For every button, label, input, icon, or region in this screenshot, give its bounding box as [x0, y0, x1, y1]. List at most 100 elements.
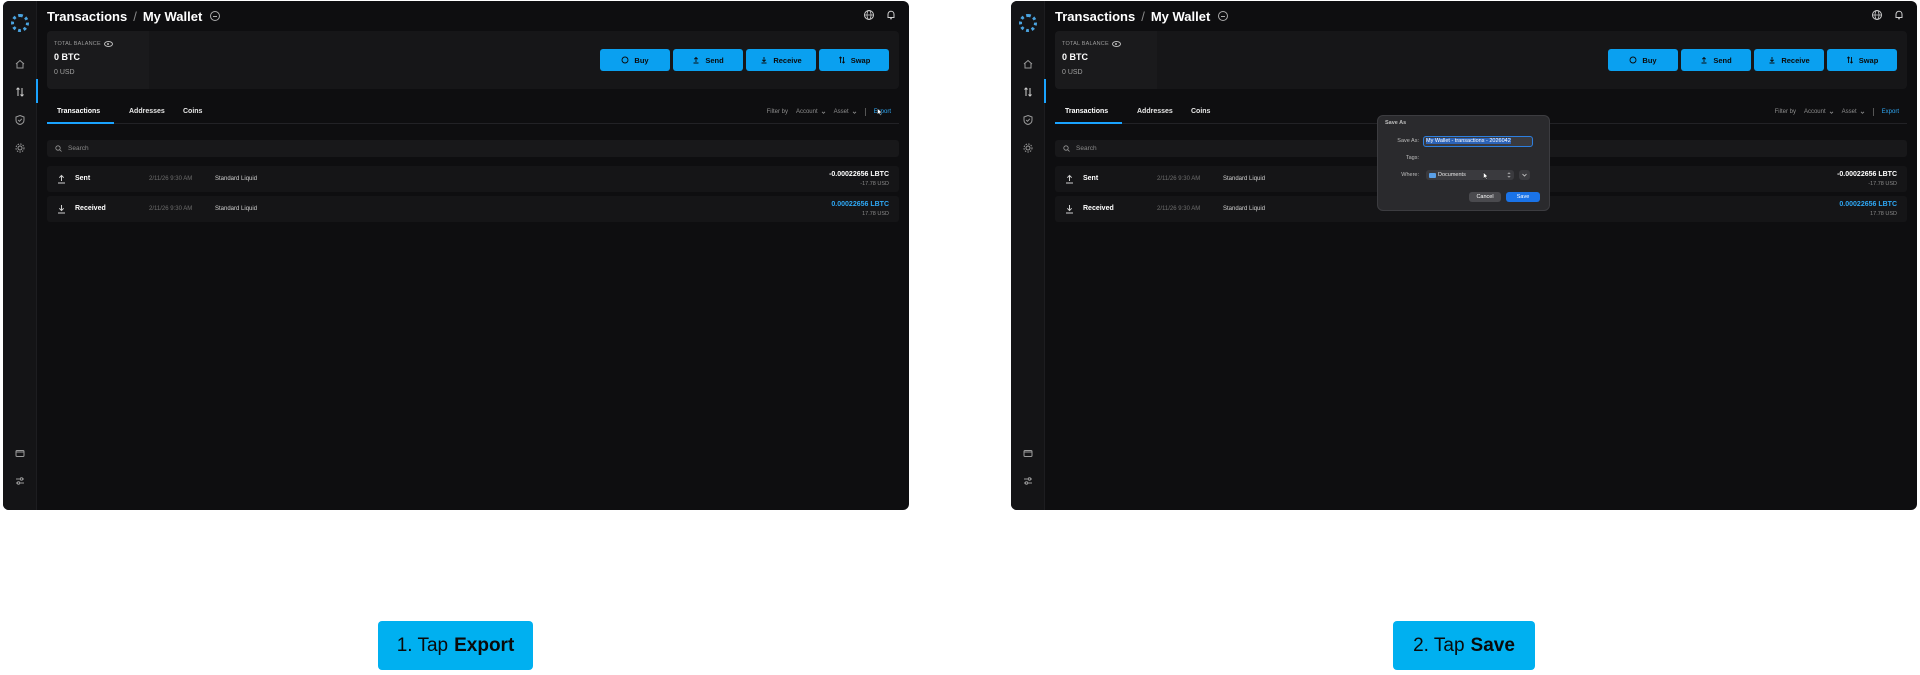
- folder-icon: [1429, 172, 1436, 178]
- wallet-icon[interactable]: [1022, 447, 1034, 459]
- settings-icon[interactable]: [1022, 142, 1034, 154]
- tx-usd: -17.78 USD: [860, 181, 889, 187]
- export-link[interactable]: Export: [1882, 109, 1899, 115]
- tab-transactions[interactable]: Transactions: [1065, 108, 1108, 115]
- tx-date: 2/11/26 9:30 AM: [149, 205, 193, 212]
- tab-addresses[interactable]: Addresses: [1137, 108, 1173, 115]
- balance-btc: 0 BTC: [1062, 52, 1089, 62]
- globe-icon[interactable]: [1871, 9, 1883, 21]
- receive-button[interactable]: Receive: [746, 49, 816, 71]
- tx-date: 2/11/26 9:30 AM: [149, 175, 193, 182]
- where-select[interactable]: Documents: [1426, 170, 1514, 180]
- breadcrumb-wallet: My Wallet: [142, 8, 203, 24]
- buy-button[interactable]: Buy: [1608, 49, 1678, 71]
- top-icons: [863, 9, 897, 21]
- sidebar-rail: [1011, 1, 1046, 510]
- save-button[interactable]: Save: [1506, 192, 1540, 202]
- app-logo-icon: [11, 14, 29, 32]
- tx-type: Sent: [1083, 175, 1099, 182]
- step-1-caption: 1. Tap Export: [378, 621, 533, 670]
- total-balance-label: TOTAL BALANCE: [54, 41, 101, 47]
- where-label: Where:: [1401, 172, 1419, 178]
- filename-input[interactable]: My Wallet - transactions - 2026042: [1423, 136, 1533, 147]
- transactions-icon[interactable]: [14, 86, 26, 98]
- search-placeholder: Search: [1076, 145, 1097, 152]
- chevron-down-icon: [821, 111, 825, 114]
- balance-card: TOTAL BALANCE 0 BTC 0 USD Buy Send Recei…: [47, 31, 899, 89]
- tx-type: Sent: [75, 175, 91, 182]
- swap-button[interactable]: Swap: [819, 49, 889, 71]
- transactions-icon[interactable]: [1022, 86, 1034, 98]
- send-button[interactable]: Send: [673, 49, 743, 71]
- active-nav-indicator: [1044, 79, 1046, 103]
- asset-filter[interactable]: Asset: [834, 109, 857, 115]
- tx-date: 2/11/26 9:30 AM: [1157, 175, 1201, 182]
- globe-icon[interactable]: [863, 9, 875, 21]
- step-1-prefix: 1. Tap: [396, 634, 449, 656]
- tx-account: Standard Liquid: [1223, 175, 1266, 182]
- sliders-icon[interactable]: [14, 475, 26, 487]
- divider: [864, 108, 866, 116]
- balance-usd: 0 USD: [54, 69, 75, 76]
- active-nav-indicator: [36, 79, 38, 103]
- account-filter[interactable]: Account: [796, 109, 826, 115]
- tab-coins[interactable]: Coins: [183, 108, 202, 115]
- tx-account: Standard Liquid: [215, 175, 258, 182]
- balance-btc: 0 BTC: [54, 52, 81, 62]
- tab-coins[interactable]: Coins: [1191, 108, 1210, 115]
- tx-amount: 0.00022656 LBTC: [831, 201, 889, 208]
- wallet-options-icon[interactable]: [210, 11, 221, 21]
- sliders-icon[interactable]: [1022, 475, 1034, 487]
- expand-dialog-button[interactable]: [1519, 170, 1530, 180]
- transaction-row[interactable]: Sent 2/11/26 9:30 AM Standard Liquid -0.…: [47, 166, 899, 192]
- save-as-dialog: Save As Save As: My Wallet - transaction…: [1377, 115, 1550, 211]
- cancel-button[interactable]: Cancel: [1469, 192, 1501, 202]
- coin-icon: [621, 56, 629, 64]
- tx-amount: 0.00022656 LBTC: [1839, 201, 1897, 208]
- main-content: Transactions / My Wallet TOTAL BALANCE 0…: [47, 1, 899, 510]
- buy-button-label: Buy: [1642, 55, 1657, 65]
- search-input[interactable]: Search: [47, 140, 899, 157]
- active-tab-underline: [47, 122, 114, 124]
- divider: [1872, 108, 1874, 116]
- swap-button-label: Swap: [1858, 55, 1879, 65]
- tab-transactions[interactable]: Transactions: [57, 108, 100, 115]
- buy-button[interactable]: Buy: [600, 49, 670, 71]
- asset-filter[interactable]: Asset: [1842, 109, 1865, 115]
- chevron-down-icon: [1860, 111, 1864, 114]
- sidebar-rail: [3, 1, 38, 510]
- breadcrumb-section[interactable]: Transactions: [47, 9, 127, 24]
- buy-button-label: Buy: [634, 55, 649, 65]
- where-value: Documents: [1438, 172, 1466, 178]
- bell-icon[interactable]: [1893, 9, 1905, 21]
- tx-usd: -17.78 USD: [1868, 181, 1897, 187]
- wallet-options-icon[interactable]: [1218, 11, 1229, 21]
- bell-icon[interactable]: [885, 9, 897, 21]
- eye-icon[interactable]: [1111, 41, 1121, 47]
- breadcrumb-section[interactable]: Transactions: [1055, 9, 1135, 24]
- filter-by-label: Filter by: [766, 109, 788, 115]
- shield-icon[interactable]: [14, 114, 26, 126]
- tx-date: 2/11/26 9:30 AM: [1157, 205, 1201, 212]
- filename-value: My Wallet - transactions - 2026042: [1426, 138, 1511, 144]
- breadcrumb-separator: /: [133, 8, 137, 24]
- wallet-icon[interactable]: [14, 447, 26, 459]
- home-icon[interactable]: [14, 58, 26, 70]
- tab-addresses[interactable]: Addresses: [129, 108, 165, 115]
- home-icon[interactable]: [1022, 58, 1034, 70]
- send-button[interactable]: Send: [1681, 49, 1751, 71]
- tx-usd: 17.78 USD: [1870, 211, 1897, 217]
- download-icon: [761, 57, 767, 64]
- eye-icon[interactable]: [103, 41, 113, 47]
- app-window-step-1: Transactions / My Wallet TOTAL BALANCE 0…: [3, 1, 909, 510]
- account-filter-label: Account: [1803, 109, 1826, 115]
- account-filter[interactable]: Account: [1804, 109, 1834, 115]
- swap-button-label: Swap: [850, 55, 871, 65]
- send-button-label: Send: [1713, 55, 1732, 65]
- filter-by-label: Filter by: [1774, 109, 1796, 115]
- swap-button[interactable]: Swap: [1827, 49, 1897, 71]
- shield-icon[interactable]: [1022, 114, 1034, 126]
- receive-button[interactable]: Receive: [1754, 49, 1824, 71]
- transaction-row[interactable]: Received 2/11/26 9:30 AM Standard Liquid…: [47, 196, 899, 222]
- settings-icon[interactable]: [14, 142, 26, 154]
